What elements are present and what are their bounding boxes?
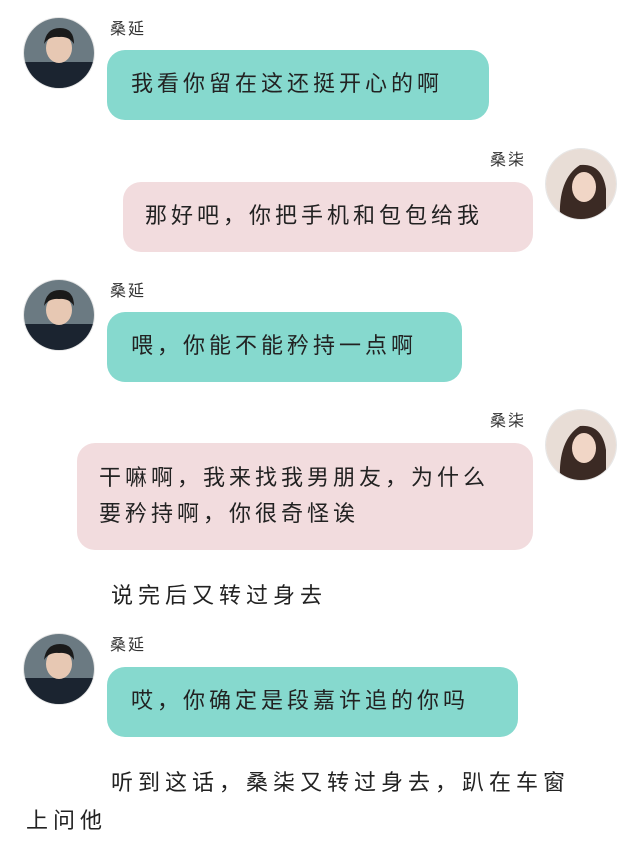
narration-text: 说完后又转过身去	[111, 584, 328, 609]
avatar-sangqi	[546, 149, 616, 219]
male-avatar-icon	[24, 634, 94, 704]
avatar-sangqi	[546, 410, 616, 480]
chat-bubble: 那好吧，你把手机和包包给我	[123, 182, 533, 252]
sender-name: 桑柒	[490, 411, 527, 430]
narration-text: 听到这话，桑柒又转过身去，趴在车窗上问他	[26, 771, 571, 834]
sender-name: 桑柒	[490, 150, 527, 169]
sender-name: 桑延	[110, 19, 147, 38]
male-avatar-icon	[24, 18, 94, 88]
male-avatar-icon	[24, 280, 94, 350]
chat-bubble: 喂，你能不能矜持一点啊	[107, 312, 462, 382]
chat-bubble: 我看你留在这还挺开心的啊	[107, 50, 489, 120]
chat-bubble: 哎，你确定是段嘉许追的你吗	[107, 667, 518, 737]
avatar-sangyan	[24, 18, 94, 88]
female-avatar-icon	[546, 149, 616, 219]
chat-bubble: 干嘛啊，我来找我男朋友，为什么要矜持啊，你很奇怪诶	[77, 443, 533, 550]
avatar-sangyan	[24, 634, 94, 704]
sender-name: 桑延	[110, 281, 147, 300]
avatar-sangyan	[24, 280, 94, 350]
sender-name: 桑延	[110, 635, 147, 654]
female-avatar-icon	[546, 410, 616, 480]
